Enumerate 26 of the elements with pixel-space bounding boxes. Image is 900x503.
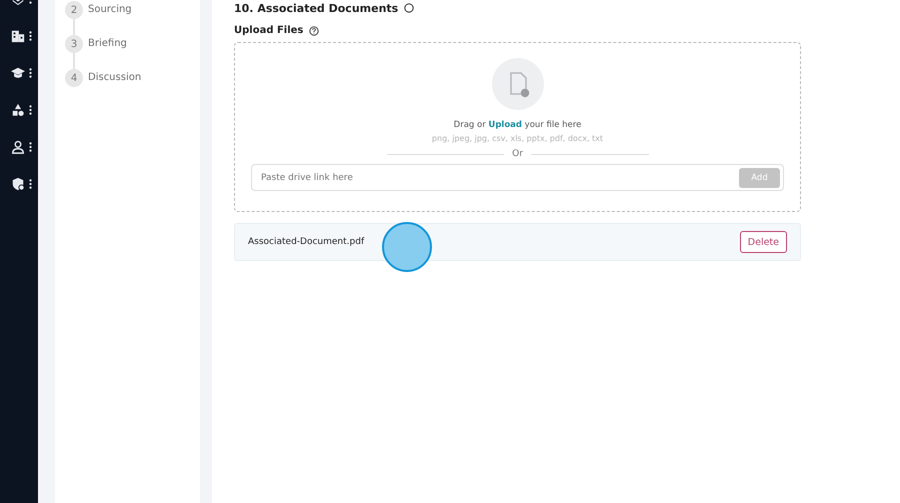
upload-dropzone[interactable]: Drag or Upload your file here png, jpeg, jpg, csv, xls, pptx, pdf, docx, txt Or Paste drive link here Add: [234, 42, 801, 212]
file-formats: png, jpeg, jpg, csv, xls, pptx, pdf, docx, txt: [432, 134, 604, 143]
shapes-icon[interactable]: [10, 103, 24, 117]
step-label[interactable]: Sourcing: [88, 1, 132, 35]
more-icon[interactable]: [28, 142, 32, 152]
delete-button[interactable]: Delete: [740, 231, 787, 253]
step-number: 3: [65, 35, 83, 53]
file-name: Associated-Document.pdf: [248, 237, 364, 247]
step-number: 4: [65, 69, 83, 87]
upload-link[interactable]: Upload: [488, 120, 522, 130]
more-icon[interactable]: [28, 68, 32, 78]
or-divider-label: Or: [512, 149, 523, 159]
upload-prompt: Drag or Upload your file here: [454, 120, 582, 130]
building-icon[interactable]: [10, 29, 24, 43]
more-icon[interactable]: [28, 31, 32, 41]
more-icon[interactable]: [28, 105, 32, 115]
step-number: 2: [65, 1, 83, 19]
more-icon[interactable]: [28, 179, 32, 189]
graduation-cap-icon[interactable]: [10, 66, 24, 80]
upload-label: Upload Files: [234, 25, 304, 36]
section-title: 10. Associated Documents: [234, 2, 398, 14]
step-label[interactable]: Briefing: [88, 35, 127, 69]
user-icon[interactable]: [10, 140, 24, 154]
file-upload-icon: [492, 58, 544, 110]
step-label[interactable]: Discussion: [88, 69, 142, 87]
shield-icon[interactable]: [10, 177, 24, 191]
